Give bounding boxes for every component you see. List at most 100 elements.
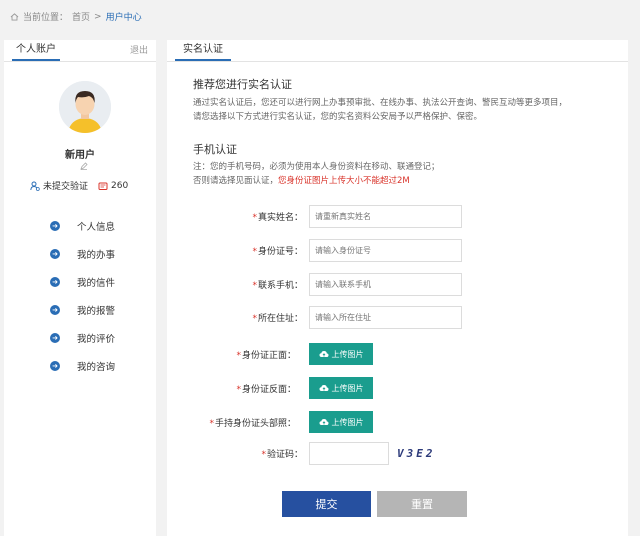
menu-item-label: 我的咨询: [77, 362, 116, 373]
cloud-upload-icon: [319, 351, 328, 357]
id-label: *身份证号：: [252, 244, 303, 257]
captcha-label-text: 验证码：: [266, 449, 303, 460]
id-front-label: *身份证正面：: [236, 348, 296, 361]
edit-icon[interactable]: [80, 162, 88, 170]
tab-realname-auth[interactable]: 实名认证: [175, 40, 231, 61]
account-tab-bar: 个人账户 退出: [4, 40, 156, 62]
menu-item-label: 我的信件: [77, 278, 116, 289]
note-line-2-prefix: 否则请选择见面认证，: [193, 176, 279, 186]
realname-tab-bar: 实名认证: [167, 40, 628, 62]
hand-id-label: *手持身份证头部照：: [209, 416, 296, 429]
arrow-right-icon: ➜: [50, 249, 60, 259]
avatar: [59, 81, 111, 133]
required-mark: *: [252, 212, 257, 223]
required-mark: *: [236, 384, 241, 395]
hand-id-label-text: 手持身份证头部照：: [214, 418, 296, 429]
menu-item-my-reviews[interactable]: ➜ 我的评价: [50, 324, 115, 352]
address-input[interactable]: [309, 305, 462, 329]
user-verify-icon: [30, 181, 40, 191]
verify-status-text: 未提交验证: [43, 182, 89, 192]
points-value: 260: [111, 180, 129, 191]
required-mark: *: [209, 418, 214, 429]
breadcrumb-home-link[interactable]: 首页: [72, 10, 90, 23]
breadcrumb-separator: >: [94, 11, 102, 22]
form-row-id-front: *身份证正面： 上传图片: [167, 342, 628, 366]
phone-label-text: 联系手机：: [257, 280, 303, 291]
upload-id-front-button[interactable]: 上传图片: [309, 343, 373, 365]
phone-input[interactable]: [309, 272, 462, 296]
reset-button[interactable]: 重置: [377, 491, 467, 517]
menu-item-my-reports[interactable]: ➜ 我的报警: [50, 296, 115, 324]
name-label: *真实姓名：: [252, 210, 303, 223]
form-row-address: *所在住址：: [167, 305, 628, 329]
form-row-phone: *联系手机：: [167, 272, 628, 296]
points-stat: 260: [98, 181, 128, 191]
realname-panel: 实名认证 推荐您进行实名认证 通过实名认证后，您还可以进行网上办事预审批、在线办…: [167, 40, 628, 536]
captcha-input[interactable]: [309, 441, 389, 465]
required-mark: *: [261, 449, 266, 460]
cloud-upload-icon: [319, 419, 328, 425]
form-row-hand-id: *手持身份证头部照： 上传图片: [167, 410, 628, 434]
breadcrumb: 当前位置： 首页 > 用户中心: [10, 10, 142, 23]
menu-item-label: 我的评价: [77, 334, 116, 345]
intro-line-2: 请您选择以下方式进行实名认证，您的实名资料公安局予以严格保护、保密。: [193, 112, 483, 122]
username: 新用户: [65, 150, 95, 161]
arrow-right-icon: ➜: [50, 361, 60, 371]
upload-size-warning: 您身份证图片上传大小不能超过2M: [278, 176, 410, 186]
required-mark: *: [252, 313, 257, 324]
form-row-captcha: *验证码： V3E2: [167, 441, 628, 465]
upload-button-label: 上传图片: [331, 383, 364, 393]
phone-auth-note: 注：您的手机号码，必须为使用本人身份资料在移动、联通登记； 否则请选择见面认证，…: [193, 160, 613, 188]
logout-link[interactable]: 退出: [130, 43, 148, 61]
required-mark: *: [252, 280, 257, 291]
captcha-image[interactable]: V3E2: [397, 442, 439, 464]
upload-button-label: 上传图片: [331, 417, 364, 427]
form-row-id: *身份证号：: [167, 238, 628, 262]
submit-button[interactable]: 提交: [282, 491, 371, 517]
menu-item-label: 我的报警: [77, 306, 116, 317]
id-back-label-text: 身份证反面：: [241, 384, 296, 395]
required-mark: *: [236, 350, 241, 361]
points-icon: [98, 182, 108, 190]
note-line-1: 注：您的手机号码，必须为使用本人身份资料在移动、联通登记；: [193, 162, 440, 172]
id-number-input[interactable]: [309, 238, 462, 262]
user-stats: 未提交验证 260: [30, 179, 128, 192]
address-label: *所在住址：: [252, 311, 303, 324]
arrow-right-icon: ➜: [50, 333, 60, 343]
form-row-id-back: *身份证反面： 上传图片: [167, 376, 628, 400]
intro-line-1: 通过实名认证后，您还可以进行网上办事预审批、在线办事、执法公开查询、警民互动等更…: [193, 98, 568, 108]
home-icon: [10, 12, 19, 21]
upload-id-back-button[interactable]: 上传图片: [309, 377, 373, 399]
user-menu: ➜ 个人信息 ➜ 我的办事 ➜ 我的信件 ➜ 我的报警 ➜ 我的评价 ➜ 我的咨询: [50, 212, 115, 380]
breadcrumb-prefix: 当前位置：: [23, 13, 69, 23]
section-title: 推荐您进行实名认证: [193, 78, 292, 91]
menu-item-my-affairs[interactable]: ➜ 我的办事: [50, 240, 115, 268]
menu-item-personal-info[interactable]: ➜ 个人信息: [50, 212, 115, 240]
note-line-2: 否则请选择见面认证，您身份证图片上传大小不能超过2M: [193, 174, 613, 188]
menu-item-my-letters[interactable]: ➜ 我的信件: [50, 268, 115, 296]
user-avatar-icon: [59, 81, 111, 133]
cloud-upload-icon: [319, 385, 328, 391]
menu-item-label: 个人信息: [77, 222, 116, 233]
account-sidebar: 个人账户 退出 新用户 未提交验证 260 ➜ 个人信息 ➜ 我的办事 ➜ 我的信件 …: [4, 40, 156, 536]
captcha-label: *验证码：: [261, 447, 303, 460]
required-mark: *: [252, 246, 257, 257]
name-label-text: 真实姓名：: [257, 212, 303, 223]
upload-hand-id-button[interactable]: 上传图片: [309, 411, 373, 433]
real-name-input[interactable]: [309, 204, 462, 228]
id-back-label: *身份证反面：: [236, 382, 296, 395]
arrow-right-icon: ➜: [50, 305, 60, 315]
menu-item-label: 我的办事: [77, 250, 116, 261]
phone-label: *联系手机：: [252, 278, 303, 291]
tab-personal-account[interactable]: 个人账户: [12, 40, 60, 61]
arrow-right-icon: ➜: [50, 277, 60, 287]
intro-text: 通过实名认证后，您还可以进行网上办事预审批、在线办事、执法公开查询、警民互动等更…: [193, 96, 613, 124]
verify-status: 未提交验证: [30, 179, 88, 192]
id-label-text: 身份证号：: [257, 246, 303, 257]
phone-auth-title: 手机认证: [193, 143, 237, 156]
id-front-label-text: 身份证正面：: [241, 350, 296, 361]
breadcrumb-current: 用户中心: [105, 13, 142, 23]
address-label-text: 所在住址：: [257, 313, 303, 324]
menu-item-my-inquiries[interactable]: ➜ 我的咨询: [50, 352, 115, 380]
form-row-name: *真实姓名：: [167, 204, 628, 228]
